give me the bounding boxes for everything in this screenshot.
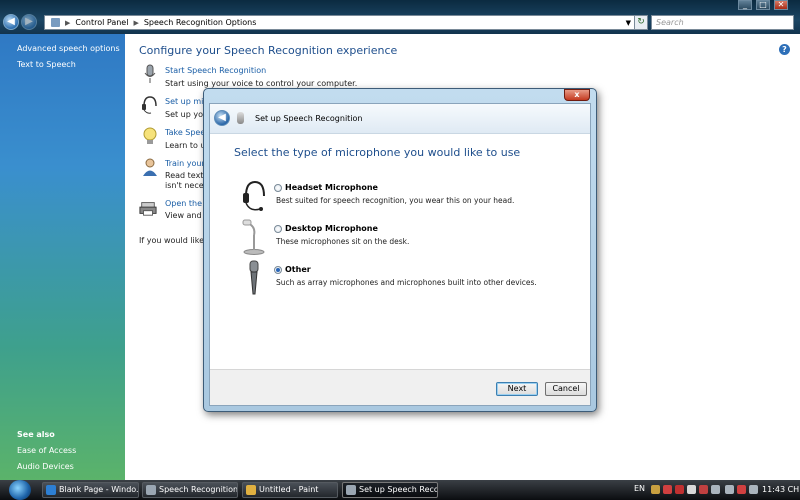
taskbar-item-label: Speech Recognition...: [159, 485, 238, 494]
refresh-button[interactable]: ↻: [634, 15, 648, 30]
desktop-microphone-icon: [242, 219, 265, 255]
search-input[interactable]: Search: [651, 15, 794, 30]
internet-explorer-icon: [46, 485, 56, 495]
taskbar-item-speech-recognition[interactable]: Speech Recognition...: [142, 482, 238, 498]
tray-icon[interactable]: [663, 485, 672, 494]
tray-icon[interactable]: [711, 485, 720, 494]
radio-headset-microphone[interactable]: [274, 184, 282, 192]
maximize-button[interactable]: □: [756, 0, 770, 10]
volume-icon[interactable]: [749, 485, 758, 494]
radio-other[interactable]: [274, 266, 282, 274]
breadcrumb-control-panel[interactable]: Control Panel: [75, 18, 128, 27]
handheld-microphone-icon: [249, 260, 259, 295]
window-titlebar: _ □ ✕ ◀ ▶ ▶ Control Panel ▶ Speech Recog…: [0, 0, 800, 34]
taskbar: Blank Page - Windo... Speech Recognition…: [0, 480, 800, 500]
person-icon: [143, 158, 157, 176]
headset-microphone-icon: [243, 180, 265, 211]
minimize-button[interactable]: _: [738, 0, 752, 10]
dialog-body: ◀ Set up Speech Recognition Select the t…: [209, 103, 591, 406]
microphone-icon: [237, 112, 244, 124]
control-panel-icon: [51, 18, 60, 27]
headset-icon: [142, 96, 157, 114]
option-desktop-microphone[interactable]: Desktop Microphone These microphones sit…: [210, 219, 590, 257]
microphone-icon: [144, 64, 156, 83]
close-button[interactable]: ✕: [774, 0, 788, 10]
sidebar-link-audio-devices[interactable]: Audio Devices: [17, 462, 74, 471]
language-indicator[interactable]: EN: [634, 484, 645, 493]
clock[interactable]: 11:43 CH: [762, 485, 799, 494]
tray-icon[interactable]: [651, 485, 660, 494]
printer-icon: [139, 202, 157, 216]
taskbar-item-label: Untitled - Paint: [259, 485, 319, 494]
paint-icon: [246, 485, 256, 495]
option-label: Headset Microphone: [285, 183, 378, 192]
back-button[interactable]: ◀: [3, 14, 19, 30]
dropdown-icon[interactable]: ▼: [626, 19, 631, 27]
next-button[interactable]: Next: [496, 382, 538, 396]
tray-icon[interactable]: [737, 485, 746, 494]
address-bar[interactable]: ▶ Control Panel ▶ Speech Recognition Opt…: [44, 15, 635, 30]
taskbar-item-set-up-speech-recognition[interactable]: Set up Speech Reco...: [342, 482, 438, 498]
option-headset-microphone[interactable]: Headset Microphone Best suited for speec…: [210, 178, 590, 216]
dialog-back-button[interactable]: ◀: [214, 110, 230, 126]
taskbar-item-blank-page[interactable]: Blank Page - Windo...: [42, 482, 139, 498]
option-label: Desktop Microphone: [285, 224, 378, 233]
page-title: Configure your Speech Recognition experi…: [139, 44, 398, 57]
task-desc: Start using your voice to control your c…: [165, 79, 358, 88]
tray-icon[interactable]: [699, 485, 708, 494]
option-label: Other: [285, 265, 311, 274]
option-description: Best suited for speech recognition, you …: [276, 196, 515, 205]
microphone-icon: [146, 485, 156, 495]
dialog-header: ◀ Set up Speech Recognition: [210, 104, 590, 134]
dialog-title: Set up Speech Recognition: [255, 114, 363, 123]
breadcrumb-separator-icon: ▶: [133, 18, 139, 27]
dialog-footer: Next Cancel: [210, 369, 590, 405]
taskbar-item-label: Set up Speech Reco...: [359, 485, 438, 494]
cancel-button[interactable]: Cancel: [545, 382, 587, 396]
sidebar: Advanced speech options Text to Speech S…: [0, 34, 125, 480]
lightbulb-icon: [143, 127, 157, 144]
breadcrumb-speech-recognition-options[interactable]: Speech Recognition Options: [144, 18, 257, 27]
forward-button[interactable]: ▶: [21, 14, 37, 30]
setup-speech-recognition-dialog: x ◀ Set up Speech Recognition Select the…: [203, 88, 597, 412]
radio-desktop-microphone[interactable]: [274, 225, 282, 233]
tray-icon[interactable]: [725, 485, 734, 494]
taskbar-item-label: Blank Page - Windo...: [59, 485, 139, 494]
dialog-close-button[interactable]: x: [564, 89, 590, 101]
see-also-heading: See also: [17, 430, 55, 439]
option-description: Such as array microphones and microphone…: [276, 278, 537, 287]
sidebar-link-advanced-speech-options[interactable]: Advanced speech options: [17, 44, 120, 53]
tray-icon[interactable]: [687, 485, 696, 494]
breadcrumb-separator-icon: ▶: [65, 18, 71, 27]
sidebar-link-ease-of-access[interactable]: Ease of Access: [17, 446, 76, 455]
help-icon[interactable]: ?: [779, 44, 790, 55]
option-description: These microphones sit on the desk.: [276, 237, 410, 246]
task-link-start-speech-recognition[interactable]: Start Speech Recognition: [165, 66, 266, 75]
tray-icon[interactable]: [675, 485, 684, 494]
start-button[interactable]: [9, 480, 31, 500]
taskbar-item-paint[interactable]: Untitled - Paint: [242, 482, 338, 498]
sidebar-link-text-to-speech[interactable]: Text to Speech: [17, 60, 76, 69]
option-other[interactable]: Other Such as array microphones and micr…: [210, 260, 590, 298]
dialog-heading: Select the type of microphone you would …: [234, 146, 521, 159]
microphone-icon: [346, 485, 356, 495]
